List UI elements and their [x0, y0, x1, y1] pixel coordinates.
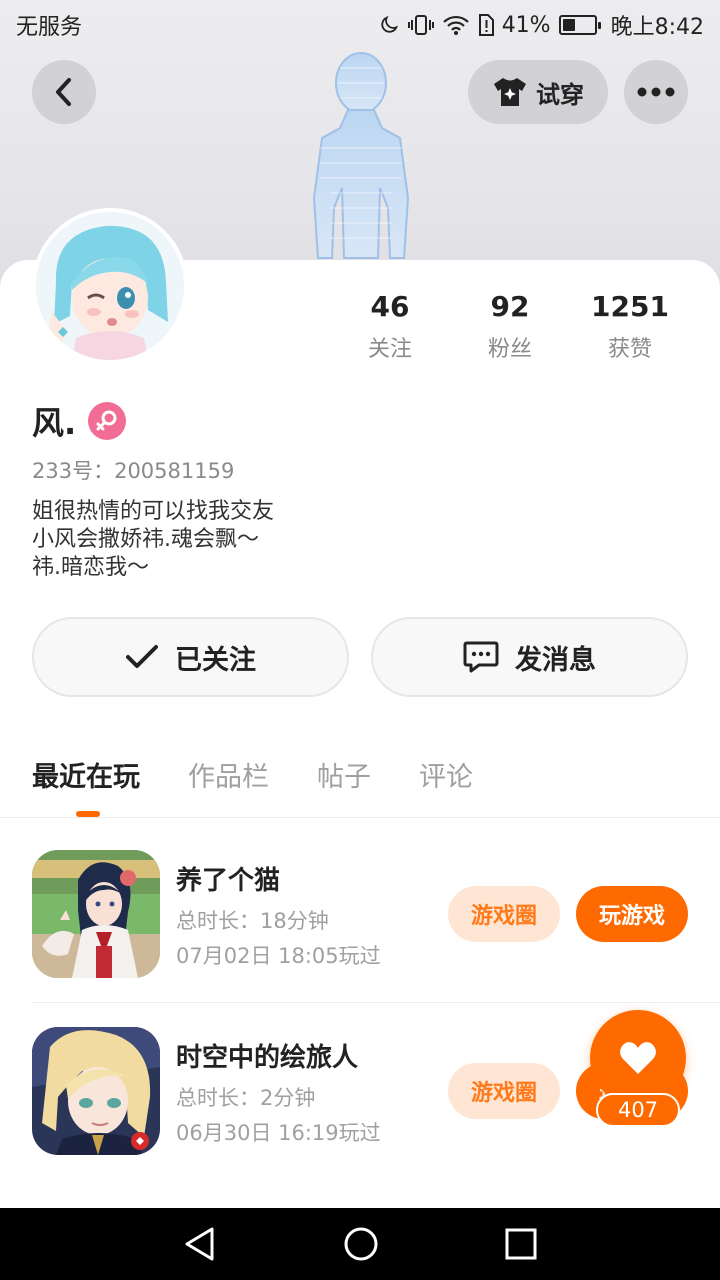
back-button[interactable] — [32, 60, 96, 124]
avatar-illustration — [36, 212, 184, 360]
tab-recently-played[interactable]: 最近在玩 — [32, 755, 140, 794]
following-count: 46 — [370, 290, 410, 323]
like-button[interactable] — [590, 1010, 686, 1106]
game-title: 时空中的绘旅人 — [176, 1043, 359, 1073]
send-message-label: 发消息 — [515, 644, 596, 676]
bio: 姐很热情的可以找我交友 小风会撒娇祎.魂会飘～ 祎.暗恋我～ — [32, 498, 274, 582]
system-navigation-bar — [0, 1208, 720, 1280]
game-last-played: 06月30日 16:19玩过 — [176, 1121, 381, 1145]
tab-posts[interactable]: 帖子 — [317, 755, 371, 794]
tshirt-icon — [494, 78, 526, 106]
followed-button[interactable]: 已关注 — [32, 617, 349, 697]
game-total-duration: 总时长：2分钟 — [176, 1086, 316, 1110]
send-message-button[interactable]: 发消息 — [371, 617, 688, 697]
clock: 晚上8:42 — [610, 15, 704, 40]
list-item[interactable]: 养了个猫 总时长：18分钟 07月02日 18:05玩过 游戏圈 玩游戏 — [0, 850, 720, 1000]
game-last-played: 07月02日 18:05玩过 — [176, 944, 381, 968]
vibrate-icon — [407, 15, 434, 35]
user-id: 233号：200581159 — [32, 459, 235, 483]
more-dots-icon — [637, 87, 675, 97]
tab-comments[interactable]: 评论 — [419, 755, 473, 794]
home-circle-icon[interactable] — [343, 1226, 379, 1262]
chat-bubble-icon — [463, 641, 499, 673]
username-row: 风. — [32, 398, 127, 444]
stat-following[interactable]: 46 关注 — [340, 290, 440, 363]
back-triangle-icon[interactable] — [183, 1226, 217, 1262]
sim-alert-icon — [478, 14, 494, 36]
battery-icon — [558, 15, 601, 35]
game-title: 养了个猫 — [176, 866, 281, 896]
bio-line: 小风会撒娇祎.魂会飘～ — [32, 527, 259, 552]
play-game-button[interactable]: 玩游戏 — [576, 886, 688, 942]
status-icons: 41% 晚上8:42 — [378, 9, 704, 41]
avatar[interactable] — [32, 208, 188, 364]
try-on-button[interactable]: 试穿 — [468, 60, 608, 124]
more-button[interactable] — [624, 60, 688, 124]
check-icon — [126, 645, 158, 668]
battery-percent: 41% — [501, 12, 551, 38]
heart-icon — [620, 1042, 656, 1074]
like-count-badge: 407 — [596, 1093, 680, 1127]
likes-count: 1251 — [591, 290, 669, 323]
carrier-label: 无服务 — [16, 15, 83, 40]
fans-count: 92 — [490, 290, 530, 323]
game-circle-button[interactable]: 游戏圈 — [448, 886, 560, 942]
try-on-label: 试穿 — [536, 80, 584, 109]
profile-tabs: 最近在玩 作品栏 帖子 评论 — [32, 755, 473, 794]
recents-square-icon[interactable] — [505, 1228, 537, 1260]
tab-works[interactable]: 作品栏 — [188, 755, 269, 794]
game-circle-button[interactable]: 游戏圈 — [448, 1063, 560, 1119]
avatar-3d-figure — [312, 52, 410, 259]
followed-label: 已关注 — [175, 644, 256, 676]
username: 风. — [32, 404, 77, 442]
moon-icon — [381, 15, 398, 33]
stat-likes[interactable]: 1251 获赞 — [580, 290, 680, 363]
game-icon[interactable] — [32, 1027, 160, 1155]
list-divider — [32, 1002, 720, 1003]
likes-label: 获赞 — [607, 337, 652, 362]
bio-line: 姐很热情的可以找我交友 — [32, 499, 275, 524]
profile-stats: 46 关注 92 粉丝 1251 获赞 — [300, 290, 700, 363]
stat-fans[interactable]: 92 粉丝 — [460, 290, 560, 363]
wifi-icon — [442, 15, 469, 35]
tabs-divider — [0, 817, 720, 818]
status-bar: 无服务 41% 晚上8:42 — [0, 0, 720, 50]
following-label: 关注 — [367, 337, 412, 362]
game-total-duration: 总时长：18分钟 — [176, 909, 329, 933]
fans-label: 粉丝 — [487, 337, 532, 362]
bio-line: 祎.暗恋我～ — [32, 555, 149, 580]
game-icon[interactable] — [32, 850, 160, 978]
battery-level-fill — [562, 19, 575, 31]
chevron-left-icon — [56, 78, 71, 106]
female-icon — [88, 402, 127, 440]
